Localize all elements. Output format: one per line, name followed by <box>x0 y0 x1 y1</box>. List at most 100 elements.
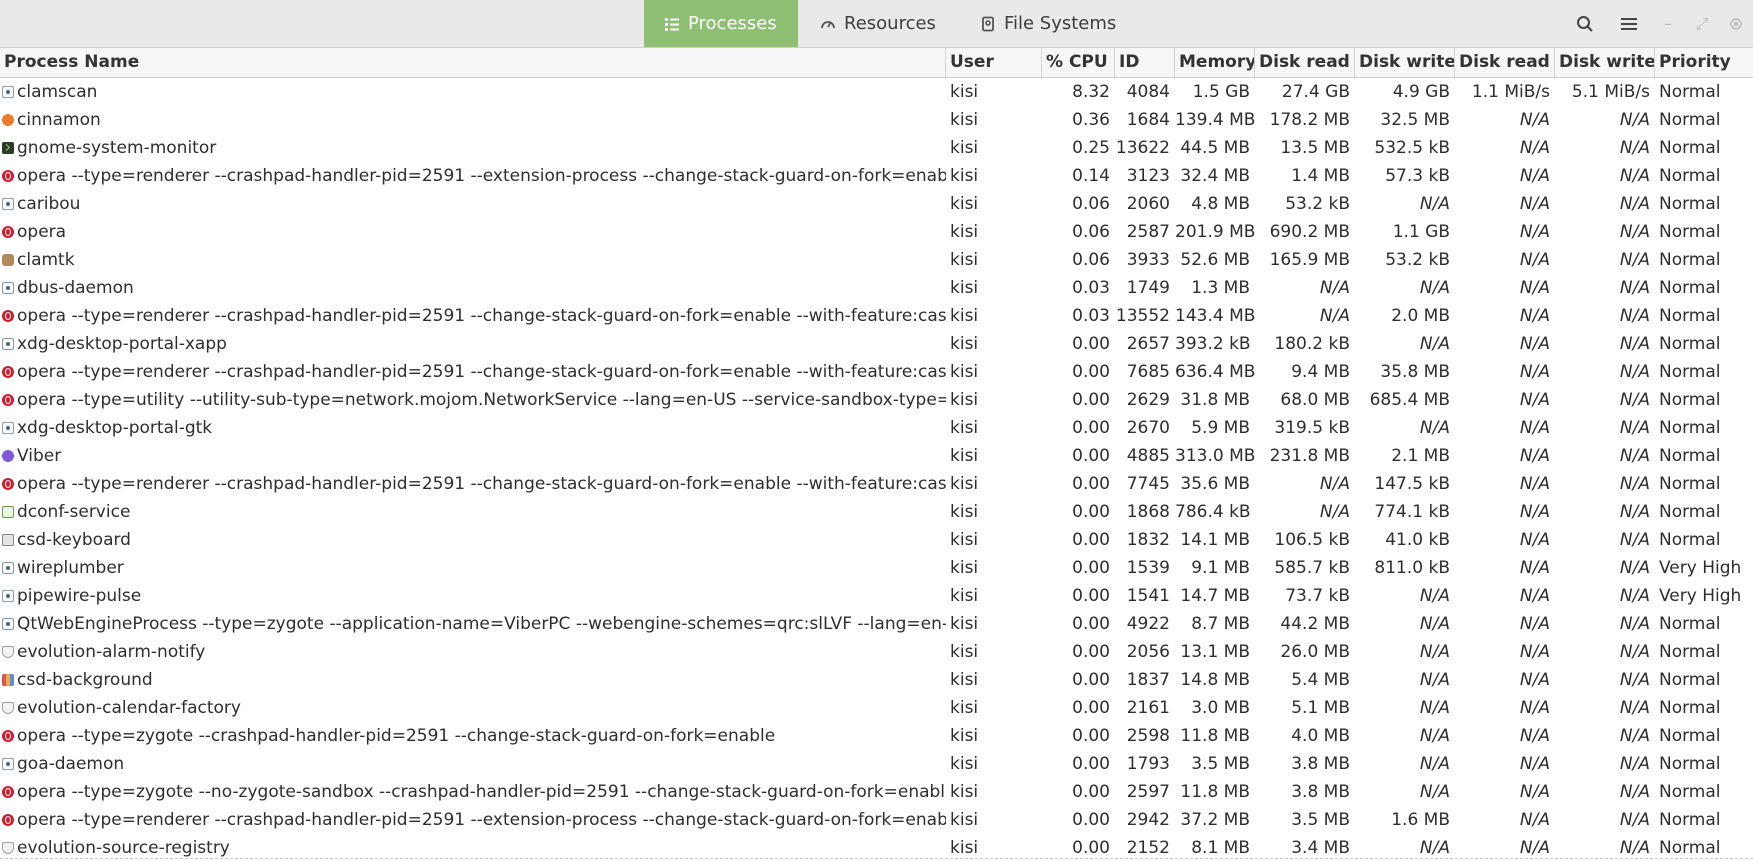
cell-disk-read: N/A <box>1519 166 1550 186</box>
gear-icon <box>2 198 14 210</box>
cell-disk-write-total: N/A <box>1419 670 1450 690</box>
cell-user: kisi <box>950 530 979 550</box>
cell-disk-write-total: 32.5 MB <box>1380 110 1450 130</box>
cell-disk-write-total: 35.8 MB <box>1380 362 1450 382</box>
table-row[interactable]: opera --type=zygote --crashpad-handler-p… <box>0 722 1753 750</box>
cell-id: 2657 <box>1126 334 1170 354</box>
tab-file-systems[interactable]: File Systems <box>958 0 1138 47</box>
cell-memory: 52.6 MB <box>1180 250 1250 270</box>
minimize-button[interactable]: – <box>1651 0 1685 47</box>
cell-disk-write: N/A <box>1619 334 1650 354</box>
table-row[interactable]: caribou kisi 0.06 2060 4.8 MB 53.2 kB N/A N/A N/… <box>0 190 1753 218</box>
column-header-disk-write-total[interactable]: Disk write <box>1355 48 1455 77</box>
cell-disk-write-total: 41.0 kB <box>1385 530 1450 550</box>
cell-cpu: 0.00 <box>1072 474 1110 494</box>
column-header-memory[interactable]: Memory <box>1175 48 1255 77</box>
cell-user: kisi <box>950 138 979 158</box>
column-header-disk-read[interactable]: Disk read <box>1455 48 1555 77</box>
cell-memory: 13.1 MB <box>1180 642 1250 662</box>
tab-resources[interactable]: Resources <box>798 0 958 47</box>
cell-cpu: 0.06 <box>1072 250 1110 270</box>
table-row[interactable]: dconf-service kisi 0.00 1868 786.4 kB N/A 774.… <box>0 498 1753 526</box>
table-row[interactable]: opera --type=renderer --crashpad-handler… <box>0 470 1753 498</box>
cell-id: 2629 <box>1126 390 1170 410</box>
table-row[interactable]: xdg-desktop-portal-gtk kisi 0.00 2670 5.9 MB… <box>0 414 1753 442</box>
maximize-button[interactable]: ⤢ <box>1685 0 1719 47</box>
process-name-text: pipewire-pulse <box>17 586 142 606</box>
table-row[interactable]: csd-background kisi 0.00 1837 14.8 MB 5.4 MB N… <box>0 666 1753 694</box>
tab-processes[interactable]: Processes <box>644 0 798 47</box>
cell-user: kisi <box>950 110 979 130</box>
column-header-row: Process Name User % CPU ID Memory Disk r… <box>0 48 1753 78</box>
table-row[interactable]: clamtk kisi 0.06 3933 52.6 MB 165.9 MB 53.2 kB… <box>0 246 1753 274</box>
table-row[interactable]: opera kisi 0.06 2587 201.9 MB 690.2 MB 1.1 GB N… <box>0 218 1753 246</box>
column-header-id[interactable]: ID <box>1115 48 1175 77</box>
cell-disk-write-total: 1.6 MB <box>1391 810 1450 830</box>
cell-memory: 636.4 MB <box>1175 362 1255 382</box>
table-row[interactable]: evolution-source-registry kisi 0.00 2152 8.1… <box>0 834 1753 861</box>
cell-id: 1868 <box>1126 502 1170 522</box>
cell-disk-write: N/A <box>1619 362 1650 382</box>
cell-priority: Normal <box>1659 670 1721 690</box>
close-button[interactable] <box>1719 0 1753 47</box>
cell-priority: Normal <box>1659 502 1721 522</box>
table-row[interactable]: wireplumber kisi 0.00 1539 9.1 MB 585.7 kB 811… <box>0 554 1753 582</box>
menu-button[interactable] <box>1607 0 1651 47</box>
terminal-icon <box>2 142 14 154</box>
cell-disk-write-total: 147.5 kB <box>1374 474 1450 494</box>
search-button[interactable] <box>1563 0 1607 47</box>
cell-disk-read-total: 180.2 kB <box>1274 334 1350 354</box>
cell-cpu: 0.00 <box>1072 698 1110 718</box>
table-row[interactable]: opera --type=zygote --no-zygote-sandbox … <box>0 778 1753 806</box>
column-header-disk-write[interactable]: Disk write <box>1555 48 1655 77</box>
cell-disk-read: N/A <box>1519 558 1550 578</box>
table-row[interactable]: Viber kisi 0.00 4885 313.0 MB 231.8 MB 2.1 MB N… <box>0 442 1753 470</box>
cell-user: kisi <box>950 670 979 690</box>
table-row[interactable]: clamscan kisi 8.32 4084 1.5 GB 27.4 GB 4.9 GB 1… <box>0 78 1753 106</box>
table-row[interactable]: opera --type=renderer --crashpad-handler… <box>0 358 1753 386</box>
table-row[interactable]: goa-daemon kisi 0.00 1793 3.5 MB 3.8 MB N/A N/A… <box>0 750 1753 778</box>
cell-disk-read: N/A <box>1519 670 1550 690</box>
column-header-process-name[interactable]: Process Name <box>0 48 946 77</box>
cell-id: 3123 <box>1126 166 1170 186</box>
list-icon <box>665 17 679 31</box>
header-actions: – ⤢ <box>1563 0 1753 47</box>
cell-user: kisi <box>950 726 979 746</box>
cell-memory: 139.4 MB <box>1175 110 1255 130</box>
cell-disk-write-total: N/A <box>1419 838 1450 858</box>
cell-disk-read: N/A <box>1519 614 1550 634</box>
table-row[interactable]: opera --type=utility --utility-sub-type=… <box>0 386 1753 414</box>
table-row[interactable]: evolution-alarm-notify kisi 0.00 2056 13.1 M… <box>0 638 1753 666</box>
cell-priority: Normal <box>1659 446 1721 466</box>
table-row[interactable]: opera --type=renderer --crashpad-handler… <box>0 162 1753 190</box>
table-row[interactable]: csd-keyboard kisi 0.00 1832 14.1 MB 106.5 kB 4… <box>0 526 1753 554</box>
table-row[interactable]: cinnamon kisi 0.36 1684 139.4 MB 178.2 MB 32.5… <box>0 106 1753 134</box>
cell-id: 4922 <box>1126 614 1170 634</box>
cell-disk-read: N/A <box>1519 418 1550 438</box>
cell-id: 1541 <box>1126 586 1170 606</box>
cell-disk-read: N/A <box>1519 502 1550 522</box>
table-row[interactable]: opera --type=renderer --crashpad-handler… <box>0 806 1753 834</box>
cell-priority: Normal <box>1659 166 1721 186</box>
table-row[interactable]: opera --type=renderer --crashpad-handler… <box>0 302 1753 330</box>
cell-memory: 3.0 MB <box>1191 698 1250 718</box>
cell-id: 2060 <box>1126 194 1170 214</box>
column-header-cpu[interactable]: % CPU <box>1042 48 1115 77</box>
table-row[interactable]: pipewire-pulse kisi 0.00 1541 14.7 MB 73.7 kB… <box>0 582 1753 610</box>
cell-disk-write: N/A <box>1619 698 1650 718</box>
cell-memory: 143.4 MB <box>1175 306 1255 326</box>
column-header-priority[interactable]: Priority <box>1655 48 1753 77</box>
table-row[interactable]: gnome-system-monitor kisi 0.25 13622 44.5 MB… <box>0 134 1753 162</box>
cell-process-name: Viber <box>0 442 946 470</box>
table-row[interactable]: dbus-daemon kisi 0.03 1749 1.3 MB N/A N/A N/A N/… <box>0 274 1753 302</box>
column-header-disk-read-total[interactable]: Disk read t <box>1255 48 1355 77</box>
table-row[interactable]: xdg-desktop-portal-xapp kisi 0.00 2657 393.2… <box>0 330 1753 358</box>
cell-user: kisi <box>950 362 979 382</box>
cell-process-name: dbus-daemon <box>0 274 946 302</box>
column-header-user[interactable]: User <box>946 48 1042 77</box>
cell-disk-write-total: 4.9 GB <box>1392 82 1450 102</box>
cell-memory: 5.9 MB <box>1191 418 1250 438</box>
table-row[interactable]: QtWebEngineProcess --type=zygote --appli… <box>0 610 1753 638</box>
table-row[interactable]: evolution-calendar-factory kisi 0.00 2161 3.… <box>0 694 1753 722</box>
cell-priority: Normal <box>1659 474 1721 494</box>
